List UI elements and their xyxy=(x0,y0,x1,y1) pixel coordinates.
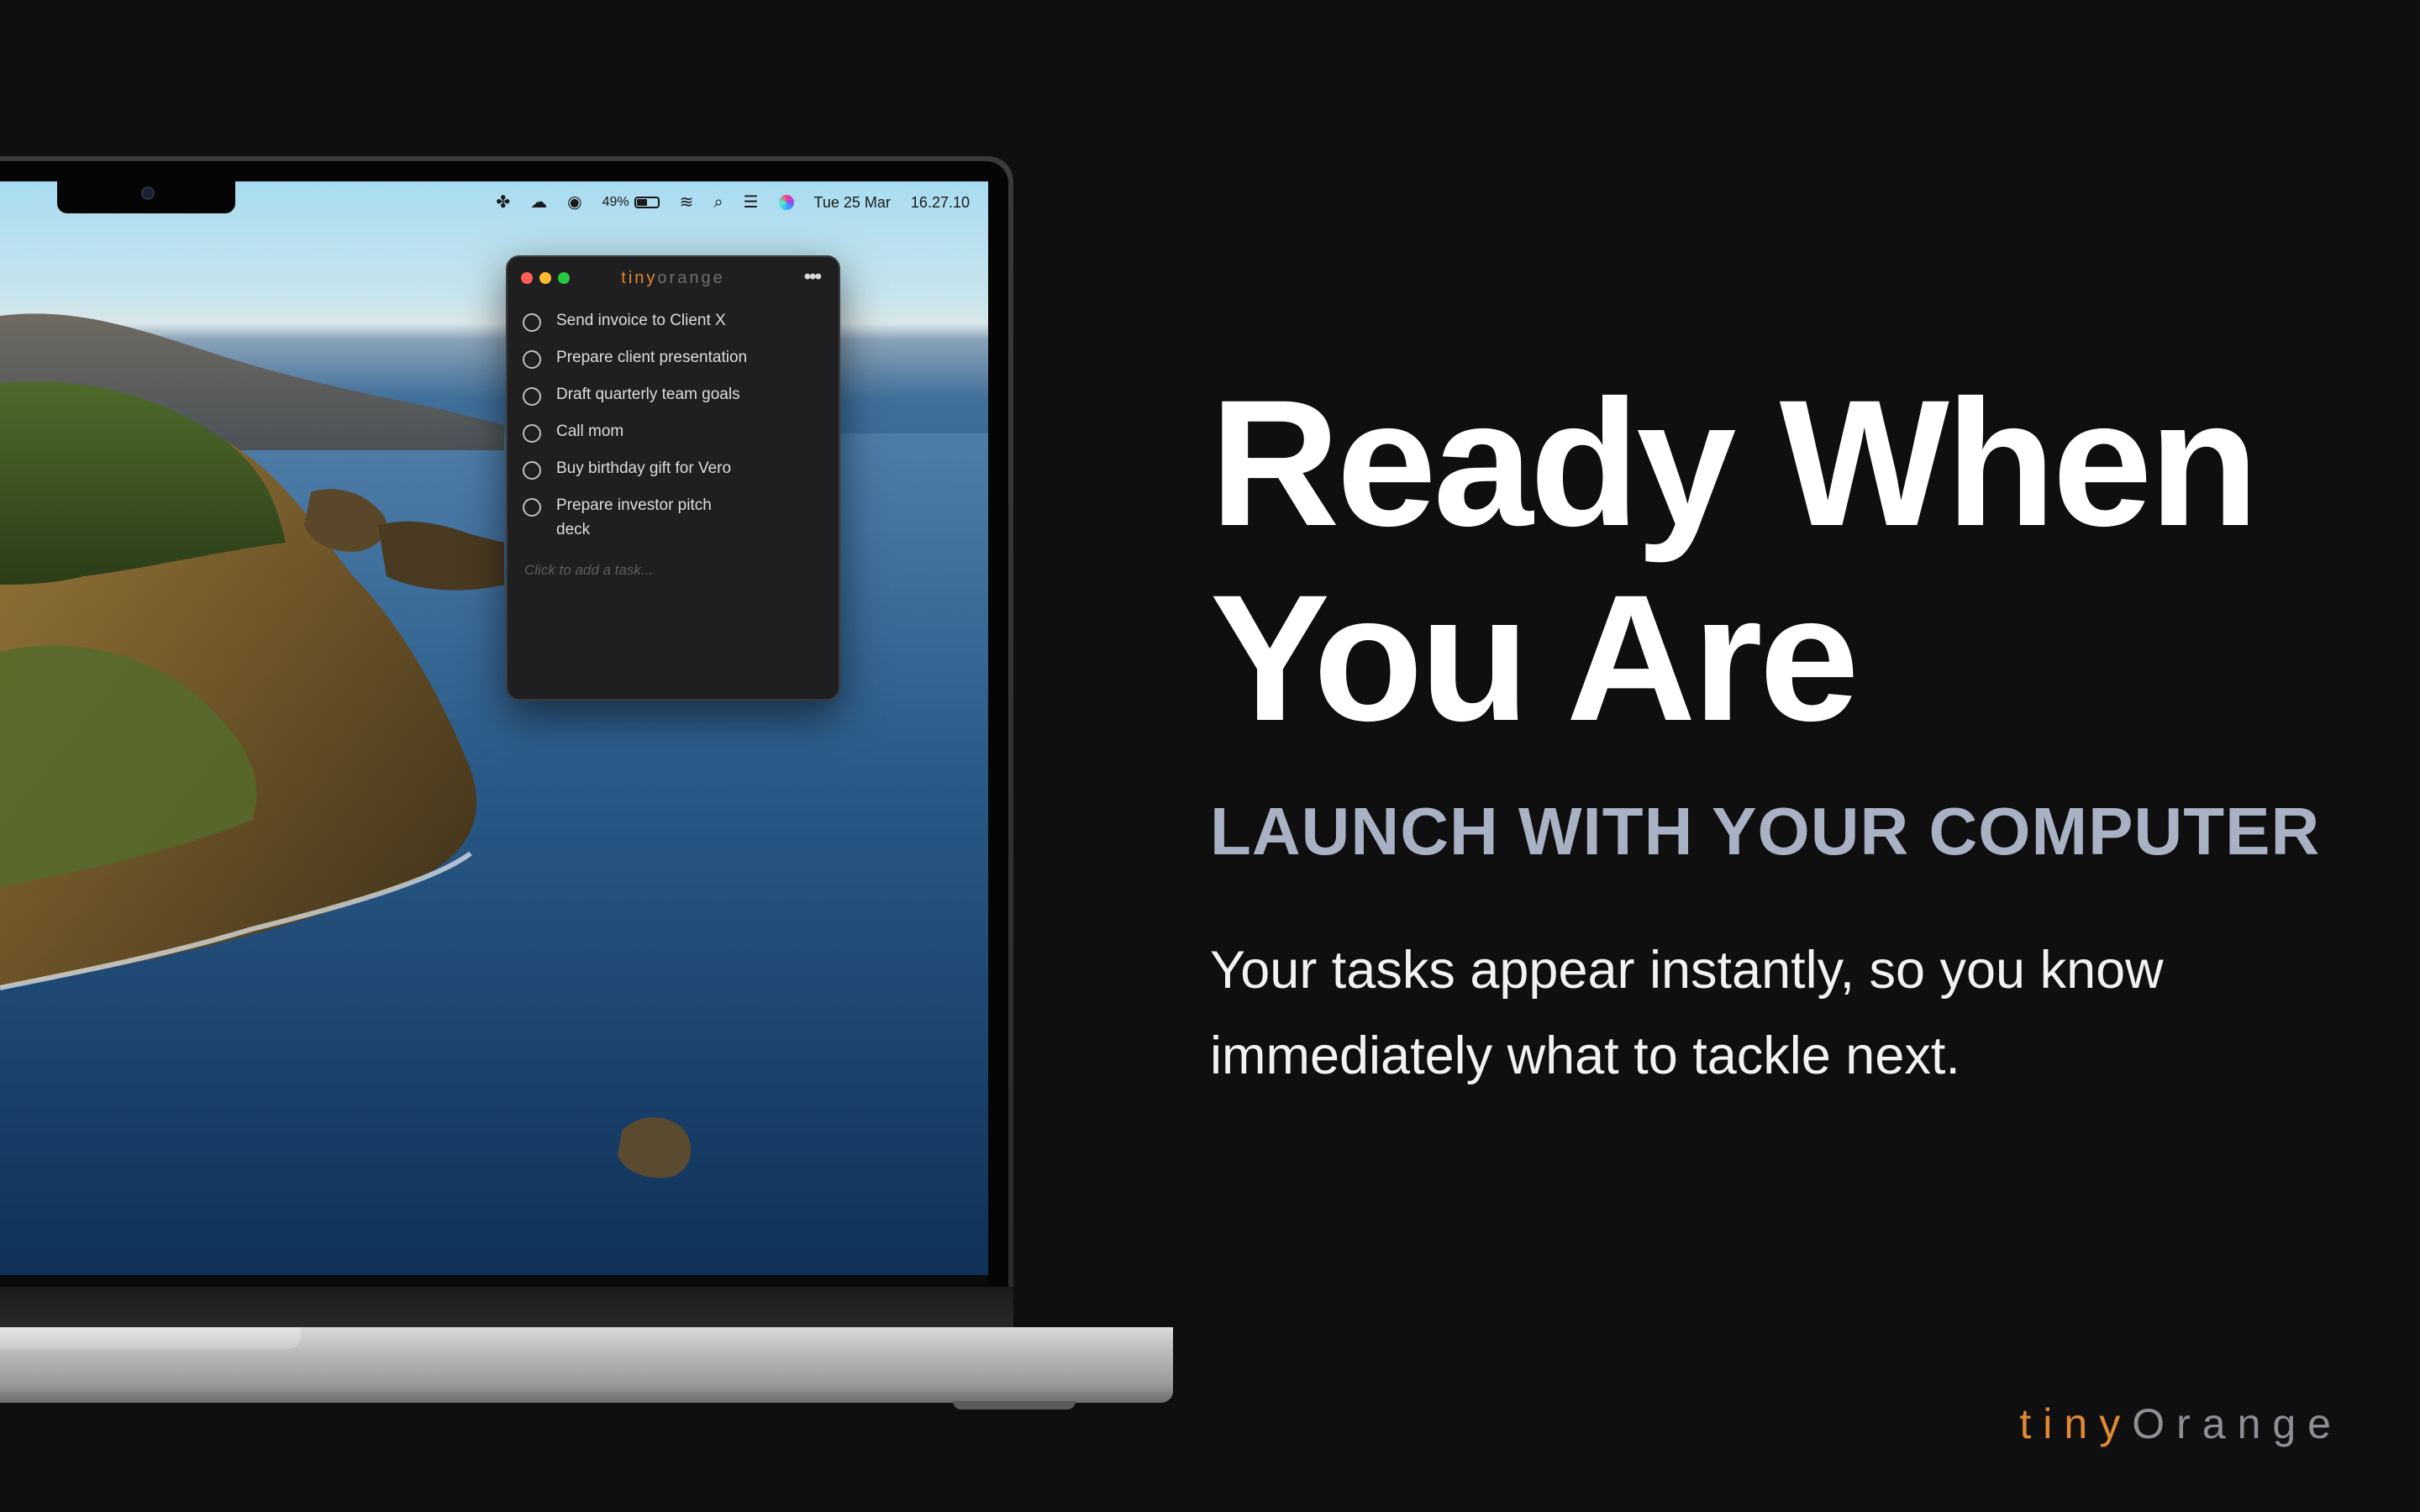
task-item[interactable]: Prepare client presentation xyxy=(508,341,839,378)
app-title: tinyorange xyxy=(508,269,839,288)
brand-logo: tinyOrange xyxy=(2019,1399,2343,1448)
app-title-orange: orange xyxy=(657,269,725,287)
laptop-hinge xyxy=(0,1287,1013,1329)
battery-percent: 49% xyxy=(602,195,629,209)
task-label: Draft quarterly team goals xyxy=(556,386,740,403)
task-checkbox[interactable] xyxy=(523,313,541,332)
brand-logo-orange: Orange xyxy=(2132,1400,2343,1447)
task-list: Send invoice to Client X Prepare client … xyxy=(508,297,839,550)
search-icon[interactable]: ⌕ xyxy=(713,194,723,211)
task-checkbox[interactable] xyxy=(523,424,541,443)
task-label: Prepare client presentation xyxy=(556,349,748,366)
play-icon[interactable]: ◉ xyxy=(567,194,581,211)
task-label: Send invoice to Client X xyxy=(556,312,726,329)
brand-logo-tiny: tiny xyxy=(2019,1400,2133,1447)
task-label: Buy birthday gift for Vero xyxy=(556,459,732,477)
task-item[interactable]: Prepare investor pitch deck xyxy=(508,489,839,550)
add-task-input[interactable]: Click to add a task... xyxy=(508,550,839,591)
screen-bottom-edge xyxy=(0,1275,988,1287)
figma-icon[interactable]: ✤ xyxy=(496,194,510,211)
app-window: tinyorange ••• Send invoice to Client X … xyxy=(506,255,840,701)
battery-status[interactable]: 49% 0.49 xyxy=(602,195,660,210)
camera-notch xyxy=(57,181,235,213)
control-center-icon[interactable]: ☰ xyxy=(744,194,759,211)
task-checkbox[interactable] xyxy=(523,461,541,480)
menu-bar-time[interactable]: 16.27.10 xyxy=(911,194,970,212)
wifi-icon[interactable]: ≋ xyxy=(680,194,694,211)
battery-icon xyxy=(634,197,660,208)
task-checkbox[interactable] xyxy=(523,387,541,406)
task-item[interactable]: Draft quarterly team goals xyxy=(508,378,839,415)
app-title-tiny: tiny xyxy=(621,269,658,287)
menu-bar-date[interactable]: Tue 25 Mar xyxy=(814,194,891,212)
body-text: Your tasks appear instantly, so you know… xyxy=(1210,941,2164,1085)
task-label: Prepare investor pitch deck xyxy=(556,496,712,538)
siri-icon[interactable] xyxy=(778,195,794,210)
laptop-base-notch xyxy=(0,1327,301,1349)
laptop-foot xyxy=(953,1401,1076,1410)
headline: Ready When You Are xyxy=(1210,363,2259,759)
task-item[interactable]: Buy birthday gift for Vero xyxy=(508,452,839,489)
camera-icon xyxy=(141,186,155,200)
headline-line-2: You Are xyxy=(1210,558,1860,759)
headline-line-1: Ready When xyxy=(1210,363,2259,564)
subheadline: LAUNCH WITH YOUR COMPUTER xyxy=(1210,794,2321,869)
window-titlebar[interactable]: tinyorange ••• xyxy=(508,257,839,297)
task-label: Call mom xyxy=(556,423,624,440)
task-item[interactable]: Call mom xyxy=(508,415,839,452)
task-checkbox[interactable] xyxy=(523,350,541,369)
task-checkbox[interactable] xyxy=(523,498,541,517)
weather-icon[interactable]: ☁ xyxy=(530,194,547,211)
more-options-icon[interactable]: ••• xyxy=(804,265,822,289)
task-item[interactable]: Send invoice to Client X xyxy=(508,304,839,341)
